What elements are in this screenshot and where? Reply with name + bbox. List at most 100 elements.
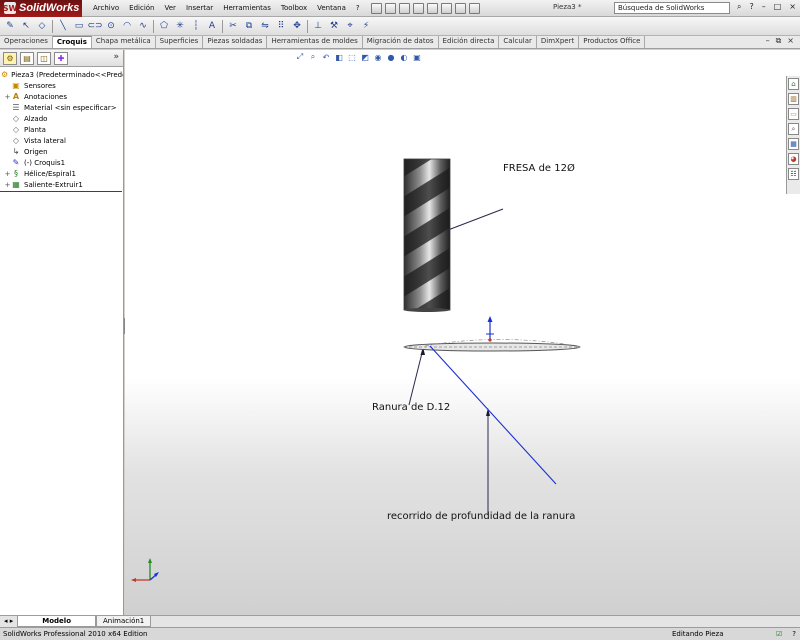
pattern-icon[interactable]: ⠿: [275, 20, 287, 32]
polygon-icon[interactable]: ⬠: [158, 20, 170, 32]
rapid-sketch-icon[interactable]: ⚡: [360, 20, 372, 32]
move-entities-icon[interactable]: ✥: [291, 20, 303, 32]
tab-piezas-soldadas[interactable]: Piezas soldadas: [203, 36, 268, 48]
sketch-origin-marker[interactable]: [486, 316, 494, 342]
tree-item-alzado[interactable]: ◇ Alzado: [0, 113, 123, 124]
chevron-right-icon[interactable]: »: [113, 52, 119, 62]
menu-archivo[interactable]: Archivo: [88, 4, 124, 12]
trim-icon[interactable]: ✂: [227, 20, 239, 32]
display-relations-icon[interactable]: ⊥: [312, 20, 324, 32]
tab-calcular[interactable]: Calcular: [499, 36, 537, 48]
tree-item-saliente-extruir1[interactable]: + ▦ Saliente-Extruir1: [0, 179, 123, 190]
tab-dimxpert[interactable]: DimXpert: [537, 36, 580, 48]
options-icon[interactable]: [468, 2, 480, 14]
tab-croquis[interactable]: Croquis: [52, 36, 92, 48]
expand-icon[interactable]: +: [4, 170, 11, 178]
doc-restore-icon[interactable]: ⧉: [776, 36, 782, 46]
tab-edicion-directa[interactable]: Edición directa: [439, 36, 500, 48]
print-icon[interactable]: [412, 2, 424, 14]
tree-item-sensores[interactable]: ▣ Sensores: [0, 80, 123, 91]
tab-superficies[interactable]: Superficies: [156, 36, 204, 48]
app-logo[interactable]: SW SolidWorks: [0, 0, 82, 17]
doc-close-icon[interactable]: ×: [787, 36, 794, 46]
feature-tree-tab-icon[interactable]: ⚙: [3, 51, 17, 65]
command-manager-tabs: Operaciones Croquis Chapa metálica Super…: [0, 36, 800, 49]
cutter-label[interactable]: FRESA de 12Ø: [503, 163, 575, 174]
slot-icon[interactable]: ⊂⊃: [87, 20, 102, 32]
repair-sketch-icon[interactable]: ⚒: [328, 20, 340, 32]
new-document-icon[interactable]: [370, 2, 382, 14]
select-icon[interactable]: [454, 2, 466, 14]
menu-insertar[interactable]: Insertar: [181, 4, 218, 12]
search-input[interactable]: Búsqueda de SolidWorks: [614, 2, 730, 14]
line-icon[interactable]: ╲: [57, 20, 69, 32]
spline-icon[interactable]: ∿: [137, 20, 149, 32]
menu-herramientas[interactable]: Herramientas: [218, 4, 276, 12]
open-folder-icon[interactable]: [384, 2, 396, 14]
configuration-manager-tab-icon[interactable]: ◫: [37, 51, 51, 65]
tree-item-material[interactable]: ☰ Material <sin especificar>: [0, 102, 123, 113]
help-icon[interactable]: ?: [749, 2, 753, 12]
rebuild-status-icon[interactable]: ☑: [776, 628, 782, 640]
tree-item-helice-espiral1[interactable]: + § Hélice/Espiral1: [0, 168, 123, 179]
menu-toolbox[interactable]: Toolbox: [276, 4, 312, 12]
tree-item-label: Vista lateral: [24, 136, 66, 145]
tab-productos-office[interactable]: Productos Office: [579, 36, 646, 48]
search-icon[interactable]: ⌕: [737, 2, 741, 12]
tree-item-croquis1[interactable]: ✎ (-) Croquis1: [0, 157, 123, 168]
expand-icon[interactable]: +: [4, 93, 11, 101]
slot-label[interactable]: Ranura de D.12: [372, 402, 450, 413]
smart-dimension-icon[interactable]: ◇: [36, 20, 48, 32]
property-manager-tab-icon[interactable]: ▤: [20, 51, 34, 65]
slot-disc[interactable]: [403, 339, 581, 352]
tree-item-origen[interactable]: ↳ Origen: [0, 146, 123, 157]
undo-icon[interactable]: [426, 2, 438, 14]
tree-item-label: Origen: [24, 147, 48, 156]
tree-item-label: Planta: [24, 125, 46, 134]
circle-icon[interactable]: ⊙: [105, 20, 117, 32]
graphics-area[interactable]: ⤢ ⌕ ↶ ◧ ⬚ ◩ ◉ ● ◐ ▣ ⌂ ▥ ▭ ⌕ ▦ ◕ ☷ FRESA …: [125, 50, 800, 615]
tab-modelo[interactable]: Modelo: [17, 616, 97, 627]
offset-icon[interactable]: ⧉: [243, 20, 255, 32]
menu-edicion[interactable]: Edición: [124, 4, 159, 12]
mirror-icon[interactable]: ⇋: [259, 20, 271, 32]
depth-path-line[interactable]: [429, 345, 557, 485]
expand-icon[interactable]: +: [4, 181, 11, 189]
tree-item-label: Saliente-Extruir1: [24, 180, 83, 189]
tree-item-label: Sensores: [24, 81, 56, 90]
tree-item-anotaciones[interactable]: + A Anotaciones: [0, 91, 123, 102]
tab-migracion-datos[interactable]: Migración de datos: [363, 36, 439, 48]
tab-chapa-metalica[interactable]: Chapa metálica: [92, 36, 156, 48]
cutter-cylinder[interactable]: [403, 158, 451, 312]
tab-animacion1[interactable]: Animación1: [96, 616, 152, 627]
maximize-icon[interactable]: □: [774, 2, 782, 12]
tree-item-label: Material <sin especificar>: [24, 103, 117, 112]
quick-snaps-icon[interactable]: ⌖: [344, 20, 356, 32]
point-icon[interactable]: ✳: [174, 20, 186, 32]
save-icon[interactable]: [398, 2, 410, 14]
depth-path-label[interactable]: recorrido de profundidad de la ranura: [387, 511, 575, 522]
document-window-controls: – ⧉ ×: [766, 36, 794, 46]
tree-item-vista-lateral[interactable]: ◇ Vista lateral: [0, 135, 123, 146]
rectangle-icon[interactable]: ▭: [73, 20, 85, 32]
text-icon[interactable]: A: [206, 20, 218, 32]
tree-root-part[interactable]: ⚙ Pieza3 (Predeterminado<<Prede: [0, 69, 123, 80]
sketch-icon[interactable]: ✎: [4, 20, 16, 32]
dimxpert-manager-tab-icon[interactable]: ✚: [54, 51, 68, 65]
select-arrow-icon[interactable]: ↖: [20, 20, 32, 32]
centerline-icon[interactable]: ┆: [190, 20, 202, 32]
close-icon[interactable]: ×: [789, 2, 796, 12]
status-help-icon[interactable]: ?: [792, 628, 796, 640]
rollback-bar[interactable]: [0, 191, 122, 192]
tree-item-planta[interactable]: ◇ Planta: [0, 124, 123, 135]
menu-ventana[interactable]: Ventana: [312, 4, 351, 12]
nav-arrows[interactable]: ◂ ▸: [0, 616, 18, 627]
menu-help[interactable]: ?: [351, 4, 365, 12]
minimize-icon[interactable]: –: [762, 2, 766, 12]
menu-ver[interactable]: Ver: [160, 4, 181, 12]
tab-operaciones[interactable]: Operaciones: [0, 36, 53, 48]
rebuild-icon[interactable]: [440, 2, 452, 14]
doc-minimize-icon[interactable]: –: [766, 36, 770, 46]
tab-herramientas-moldes[interactable]: Herramientas de moldes: [267, 36, 363, 48]
arc-icon[interactable]: ◠: [121, 20, 133, 32]
